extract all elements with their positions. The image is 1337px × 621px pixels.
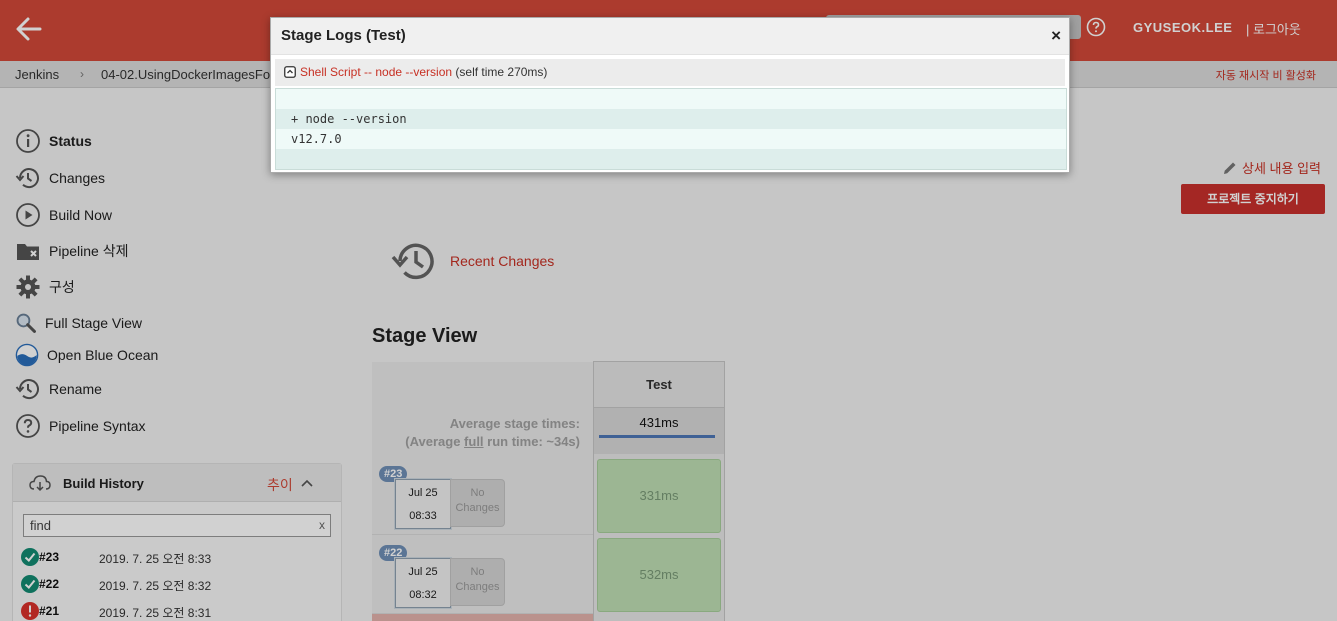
stage-logs-dialog: Stage Logs (Test) × Shell Script -- node… — [270, 17, 1070, 173]
dialog-title: Stage Logs (Test) — [281, 27, 406, 44]
collapse-icon[interactable] — [284, 66, 296, 78]
step-link[interactable]: Shell Script -- node --version — [300, 65, 452, 79]
close-icon[interactable]: × — [1051, 26, 1061, 46]
log-line — [276, 149, 1066, 169]
step-title: Shell Script -- node --version (self tim… — [300, 65, 547, 79]
dialog-header: Stage Logs (Test) × — [271, 18, 1069, 55]
log-line: + node --version — [276, 109, 1066, 129]
log-step-header[interactable]: Shell Script -- node --version (self tim… — [275, 59, 1065, 86]
step-self-time: (self time 270ms) — [452, 65, 548, 79]
log-output: + node --version v12.7.0 — [275, 88, 1067, 170]
log-line: v12.7.0 — [291, 132, 342, 146]
